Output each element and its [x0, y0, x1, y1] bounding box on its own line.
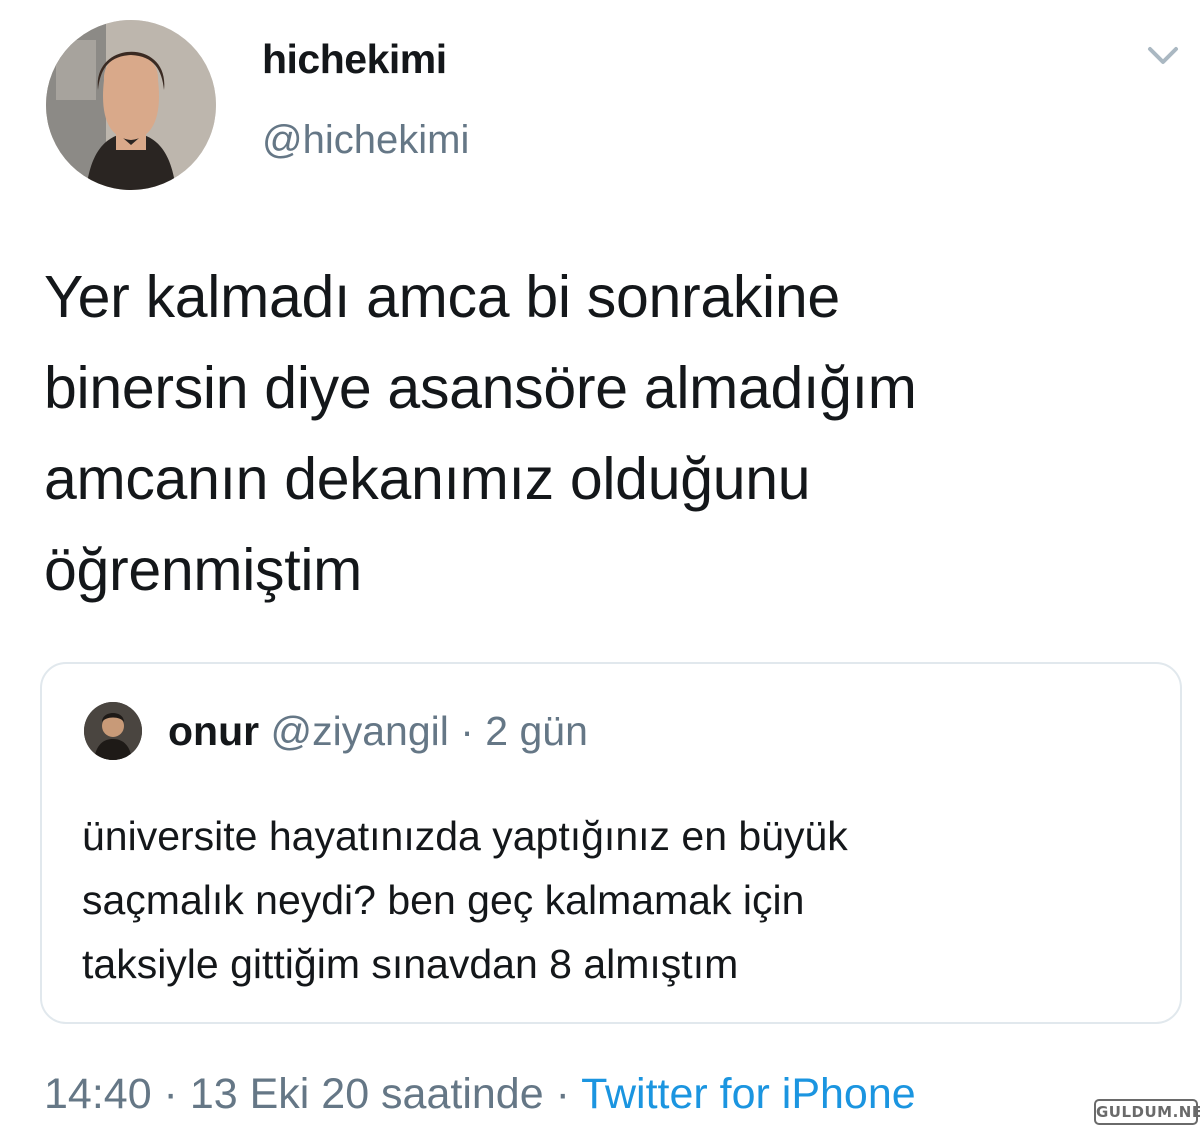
tweet-menu-button[interactable]: [1145, 40, 1181, 70]
tweet-text: Yer kalmadı amca bi sonrakine binersin d…: [44, 264, 917, 603]
author-display-name[interactable]: hichekimi: [262, 36, 447, 83]
quoted-author-avatar[interactable]: [84, 702, 142, 760]
author-avatar[interactable]: [46, 20, 216, 190]
user-avatar-icon: [46, 20, 216, 190]
user-avatar-icon: [84, 702, 142, 760]
quoted-tweet-header: onur @ziyangil · 2 gün: [168, 708, 588, 755]
tweet-source-link[interactable]: Twitter for iPhone: [581, 1070, 916, 1118]
site-watermark: GULDUM.NET: [1094, 1099, 1200, 1125]
chevron-down-icon: [1148, 47, 1178, 64]
quoted-tweet-age[interactable]: 2 gün: [485, 708, 588, 754]
quoted-tweet-text: üniversite hayatınızda yaptığınız en büy…: [82, 813, 848, 987]
author-handle[interactable]: @hichekimi: [262, 118, 469, 163]
tweet-screenshot: hichekimi @hichekimi Yer kalmadı amca bi…: [0, 0, 1200, 1127]
tweet-footer: 14:40 · 13 Eki 20 saatinde · Twitter for…: [44, 1070, 916, 1119]
quoted-author-name[interactable]: onur: [168, 708, 259, 754]
quoted-tweet-card[interactable]: onur @ziyangil · 2 gün üniversite hayatı…: [40, 662, 1182, 1024]
tweet-timestamp[interactable]: 14:40 · 13 Eki 20 saatinde ·: [44, 1070, 581, 1118]
quoted-author-handle[interactable]: @ziyangil: [271, 708, 449, 754]
quoted-meta-separator: ·: [448, 708, 486, 754]
